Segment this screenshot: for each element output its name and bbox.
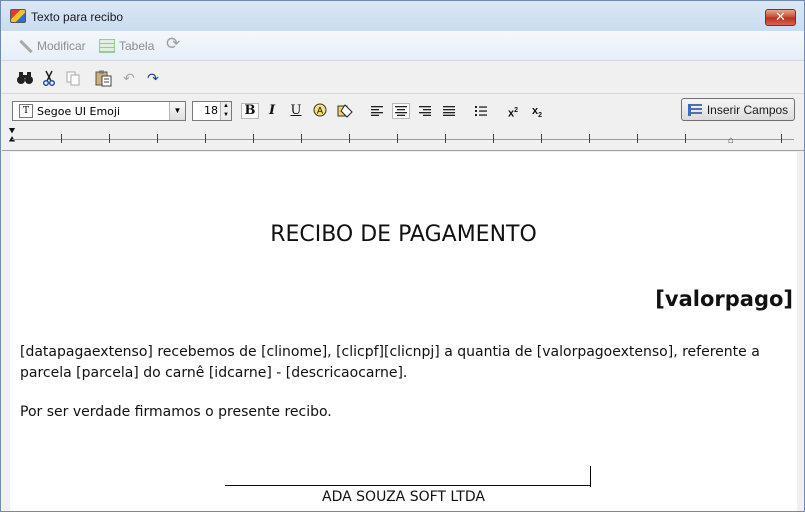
document-editor[interactable]: RECIBO DE PAGAMENTO [valorpago] [datapag…	[10, 152, 797, 511]
highlight-icon[interactable]: A	[311, 103, 329, 119]
font-family-value: Segoe UI Emoji	[37, 104, 121, 118]
pencil-icon	[17, 39, 33, 53]
receipt-body: [datapagaextenso] recebemos de [clinome]…	[20, 344, 760, 381]
insert-fields-button[interactable]: Inserir Campos	[681, 98, 795, 121]
superscript-icon[interactable]: x2	[504, 103, 522, 120]
fill-icon[interactable]	[336, 103, 354, 119]
right-indent-marker-icon[interactable]: ⌂	[728, 135, 734, 146]
spin-up-icon[interactable]: ▲	[221, 102, 231, 111]
app-logo-icon	[10, 9, 26, 23]
spin-down-icon[interactable]: ▼	[221, 111, 231, 120]
company-name: ADA SOUZA SOFT LTDA	[322, 489, 485, 505]
refresh-icon[interactable]: ⟳	[166, 35, 182, 52]
bold-icon[interactable]: B	[241, 103, 259, 119]
justify-icon[interactable]	[440, 103, 458, 119]
subscript-icon[interactable]: x2	[528, 103, 546, 119]
underline-icon[interactable]: U	[287, 103, 305, 119]
close-icon: ✕	[775, 9, 786, 24]
paid-value-field: [valorpago]	[655, 287, 793, 311]
text-caret	[590, 466, 591, 487]
font-size-value: 18	[204, 104, 218, 117]
table-icon	[99, 39, 115, 53]
insert-fields-label: Inserir Campos	[706, 102, 789, 117]
undo-icon[interactable]: ↶	[120, 70, 138, 88]
window-title: Texto para recibo	[31, 10, 124, 24]
font-family-select[interactable]: T Segoe UI Emoji ▼	[12, 101, 186, 121]
binoculars-icon[interactable]	[16, 70, 34, 88]
title-bar: Texto para recibo ✕	[1, 1, 804, 31]
modify-label: Modificar	[37, 39, 86, 53]
align-right-icon[interactable]	[416, 103, 434, 119]
modify-button[interactable]: Modificar	[17, 38, 86, 54]
bullet-list-icon[interactable]	[472, 103, 490, 119]
edit-toolbar: ↶ ↷	[1, 62, 804, 94]
insert-fields-icon	[687, 103, 702, 116]
chevron-down-icon[interactable]: ▼	[169, 102, 185, 120]
svg-text:A: A	[317, 107, 324, 117]
action-toolbar: Modificar Tabela ⟳	[1, 31, 804, 61]
align-left-icon[interactable]	[368, 103, 386, 119]
align-center-icon[interactable]	[392, 103, 410, 119]
copy-icon[interactable]	[64, 70, 82, 88]
ruler: ⯆ ⯅ ⌂	[2, 125, 804, 151]
table-button[interactable]: Tabela	[99, 38, 154, 54]
signature-line	[225, 466, 591, 486]
receipt-closing: Por ser verdade firmamos o presente reci…	[20, 404, 332, 420]
format-toolbar: T Segoe UI Emoji ▼ 18 ▲ ▼ B I U A x2 x2 …	[1, 95, 804, 125]
receipt-title: RECIBO DE PAGAMENTO	[270, 222, 537, 247]
close-button[interactable]: ✕	[765, 9, 796, 26]
indent-marker-icon[interactable]: ⯆ ⯅	[8, 127, 16, 146]
paste-icon[interactable]	[95, 70, 113, 88]
table-label: Tabela	[119, 39, 155, 53]
font-size-stepper[interactable]: 18 ▲ ▼	[192, 101, 232, 121]
scissors-icon[interactable]	[40, 70, 58, 88]
font-type-icon: T	[19, 104, 33, 118]
italic-icon[interactable]: I	[263, 103, 281, 119]
redo-icon[interactable]: ↷	[144, 70, 162, 88]
editor-window: Texto para recibo ✕ Modificar Tabela ⟳ ↶…	[0, 0, 805, 512]
